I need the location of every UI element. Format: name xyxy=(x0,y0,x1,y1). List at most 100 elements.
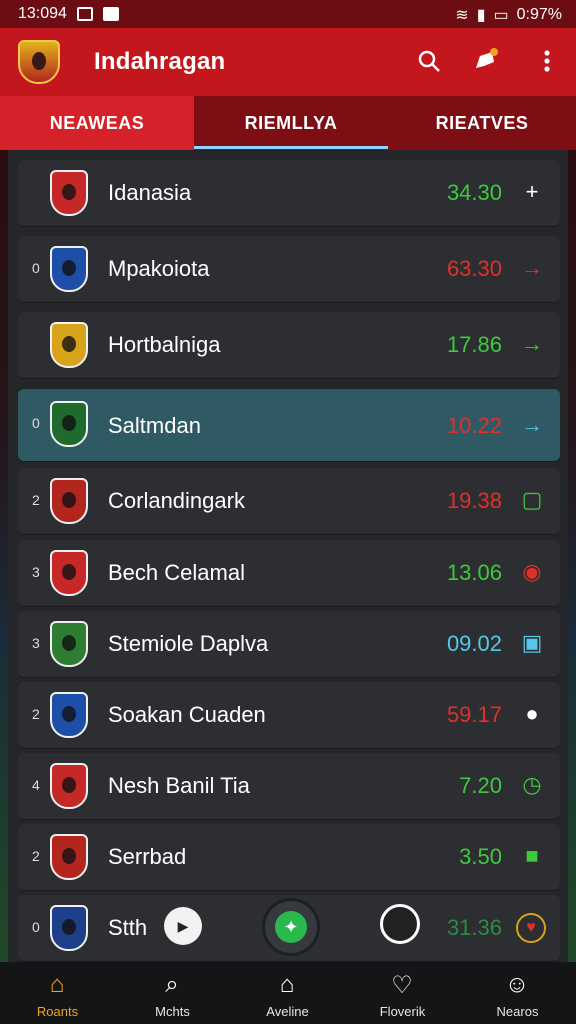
nav-mchts[interactable]: ⌕ Mchts xyxy=(115,962,230,1024)
score: 19.38 xyxy=(446,488,502,513)
heart-outline-icon: ♡ xyxy=(391,971,413,999)
gallery-icon xyxy=(76,7,93,21)
club-logo-icon xyxy=(18,40,60,84)
score: 10.22 xyxy=(446,413,502,438)
app-bar: Indahragan xyxy=(0,28,576,96)
play-icon[interactable]: ▶ xyxy=(164,907,202,945)
rank: 2 xyxy=(32,706,40,722)
square-icon[interactable]: ▢ xyxy=(518,486,546,514)
list-item[interactable]: 3 Bech Celamal 13.06 ◉ xyxy=(18,540,560,606)
tab-neaweas[interactable]: NEAWEAS xyxy=(0,96,194,150)
football-icon[interactable] xyxy=(380,904,420,944)
tab-riemllya[interactable]: RIEMLLYA xyxy=(194,96,388,150)
team-name: Stemiole Daplva xyxy=(108,631,269,656)
clock-icon[interactable]: ◷ xyxy=(518,771,546,799)
battery-icon: ▭ xyxy=(493,7,509,24)
square-dot-icon[interactable]: ▣ xyxy=(518,629,546,657)
shield-icon: ✦ xyxy=(275,911,307,943)
notification-icon xyxy=(102,7,119,21)
team-name: Corlandingark xyxy=(108,488,245,513)
team-name: Stth xyxy=(108,915,148,940)
nav-label: Aveline xyxy=(266,1004,309,1019)
team-badge-icon xyxy=(50,834,88,880)
score: 31.36 xyxy=(446,915,502,940)
list-item[interactable]: 0 Mpakoiota 63.30 → xyxy=(18,236,560,302)
team-name: Mpakoiota xyxy=(108,256,210,281)
list-item[interactable]: 2 Soakan Cuaden 59.17 ● xyxy=(18,682,560,748)
team-name: Serrbad xyxy=(108,844,187,869)
rank: 4 xyxy=(32,777,40,793)
tab-indicator xyxy=(194,146,388,149)
list-item[interactable]: 2 Serrbad 3.50 ■ xyxy=(18,824,560,890)
team-badge-icon xyxy=(50,322,88,368)
list-item[interactable]: 4 Nesh Banil Tia 7.20 ◷ xyxy=(18,753,560,819)
nav-label: Nearos xyxy=(496,1004,539,1019)
team-badge-icon xyxy=(50,905,88,951)
home-icon: ⌂ xyxy=(49,971,65,998)
rank: 3 xyxy=(32,635,40,651)
nav-label: Mchts xyxy=(155,1004,190,1019)
search-icon: ⌕ xyxy=(165,971,179,998)
notification-bell-icon[interactable] xyxy=(470,46,500,76)
search-icon[interactable] xyxy=(414,46,444,76)
app-title: Indahragan xyxy=(94,48,226,75)
arrow-right-icon[interactable]: → xyxy=(518,330,546,358)
standings-list: Idanasia 34.30 + 0 Mpakoiota 63.30 → Hor… xyxy=(8,150,568,962)
list-item[interactable]: Idanasia 34.30 + xyxy=(18,160,560,226)
person-icon: ☺ xyxy=(504,971,530,998)
list-item-selected[interactable]: 0 Saltmdan 10.22 → xyxy=(18,389,560,461)
heart-icon[interactable]: ♥ xyxy=(516,913,546,943)
filled-square-icon[interactable]: ■ xyxy=(518,842,546,870)
signal-icon: ▮ xyxy=(476,7,486,24)
list-item[interactable]: 3 Stemiole Daplva 09.02 ▣ xyxy=(18,611,560,677)
rank: 2 xyxy=(32,848,40,864)
nav-aveline[interactable]: ⌂ Aveline xyxy=(230,962,345,1024)
rank: 3 xyxy=(32,564,40,580)
status-bar: 13:094 ≋ ▮ ▭ 0:97% xyxy=(0,0,576,28)
score: 3.50 xyxy=(459,844,502,869)
team-badge-icon xyxy=(50,478,88,524)
more-options-icon[interactable] xyxy=(532,46,562,76)
bottom-navigation: ⌂ Roants ⌕ Mchts ⌂ Aveline ♡ Floverik ☺ … xyxy=(0,962,576,1024)
pin-icon[interactable]: ◉ xyxy=(518,558,546,586)
floating-action-button[interactable]: ✦ xyxy=(262,898,320,956)
list-item[interactable]: 2 Corlandingark 19.38 ▢ xyxy=(18,468,560,534)
tab-rieatves[interactable]: RIEATVES xyxy=(388,96,576,150)
score: 7.20 xyxy=(459,773,502,798)
nav-roants[interactable]: ⌂ Roants xyxy=(0,962,115,1024)
house-outline-icon: ⌂ xyxy=(279,971,295,998)
team-name: Soakan Cuaden xyxy=(108,702,266,727)
wifi-icon: ≋ xyxy=(455,7,469,24)
score: 59.17 xyxy=(446,702,502,727)
arrow-right-icon[interactable]: → xyxy=(518,254,546,282)
score: 09.02 xyxy=(446,631,502,656)
nav-label: Floverik xyxy=(379,1004,426,1019)
nav-floverik[interactable]: ♡ Floverik xyxy=(345,962,460,1024)
team-name: Idanasia xyxy=(108,180,192,205)
team-badge-icon xyxy=(50,550,88,596)
plus-icon[interactable]: + xyxy=(518,178,546,206)
score: 13.06 xyxy=(446,560,502,585)
team-name: Saltmdan xyxy=(108,413,201,438)
rank: 0 xyxy=(32,919,40,935)
score: 63.30 xyxy=(446,256,502,281)
team-badge-icon xyxy=(50,692,88,738)
nav-label: Roants xyxy=(36,1004,79,1019)
arrow-right-icon[interactable]: → xyxy=(518,411,546,439)
score: 34.30 xyxy=(446,180,502,205)
score: 17.86 xyxy=(446,332,502,357)
team-badge-icon xyxy=(50,763,88,809)
tab-bar: NEAWEAS RIEMLLYA RIEATVES xyxy=(0,96,576,150)
nav-nearos[interactable]: ☺ Nearos xyxy=(460,962,576,1024)
location-icon[interactable]: ● xyxy=(518,700,546,728)
team-name: Bech Celamal xyxy=(108,560,245,585)
rank: 0 xyxy=(32,260,40,276)
status-time: 13:094 xyxy=(18,5,67,22)
list-item[interactable]: Hortbalniga 17.86 → xyxy=(18,312,560,378)
team-name: Nesh Banil Tia xyxy=(108,773,250,798)
team-badge-icon xyxy=(50,401,88,447)
team-name: Hortbalniga xyxy=(108,332,221,357)
rank: 0 xyxy=(32,415,40,431)
battery-percent: 0:97% xyxy=(516,6,562,23)
team-badge-icon xyxy=(50,621,88,667)
